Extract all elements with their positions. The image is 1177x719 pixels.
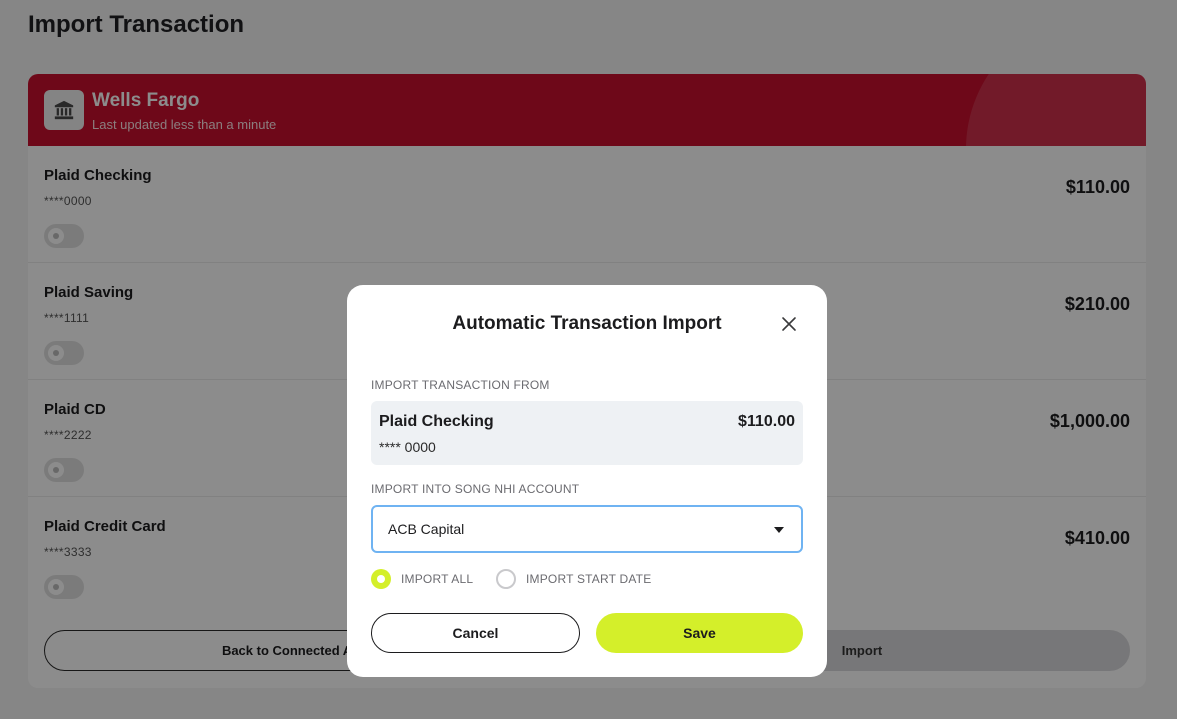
source-account-balance: $110.00: [738, 413, 795, 430]
import-into-label: IMPORT INTO SONG NHI ACCOUNT: [371, 482, 580, 496]
radio-import-all[interactable]: IMPORT ALL: [371, 569, 473, 589]
dialog-title: Automatic Transaction Import: [452, 313, 722, 334]
cancel-button[interactable]: Cancel: [371, 613, 580, 653]
import-from-label: IMPORT TRANSACTION FROM: [371, 378, 550, 392]
radio-unselected-indicator: [496, 569, 516, 589]
destination-account-select[interactable]: ACB Capital: [371, 505, 803, 553]
caret-down-icon: [774, 527, 784, 533]
selected-account-value: ACB Capital: [388, 521, 465, 537]
close-icon[interactable]: [781, 316, 797, 332]
radio-import-start-date[interactable]: IMPORT START DATE: [496, 569, 651, 589]
source-account-card: Plaid Checking $110.00 **** 0000: [371, 401, 803, 465]
radio-selected-indicator: [371, 569, 391, 589]
source-account-mask: **** 0000: [379, 439, 436, 455]
source-account-name: Plaid Checking: [379, 413, 494, 430]
automatic-import-dialog: Automatic Transaction Import IMPORT TRAN…: [347, 285, 827, 677]
radio-import-start-date-label: IMPORT START DATE: [526, 572, 652, 586]
page: Import Transaction Wells Fargo Last upda…: [0, 0, 1177, 719]
radio-import-all-label: IMPORT ALL: [401, 572, 474, 586]
save-button[interactable]: Save: [596, 613, 803, 653]
